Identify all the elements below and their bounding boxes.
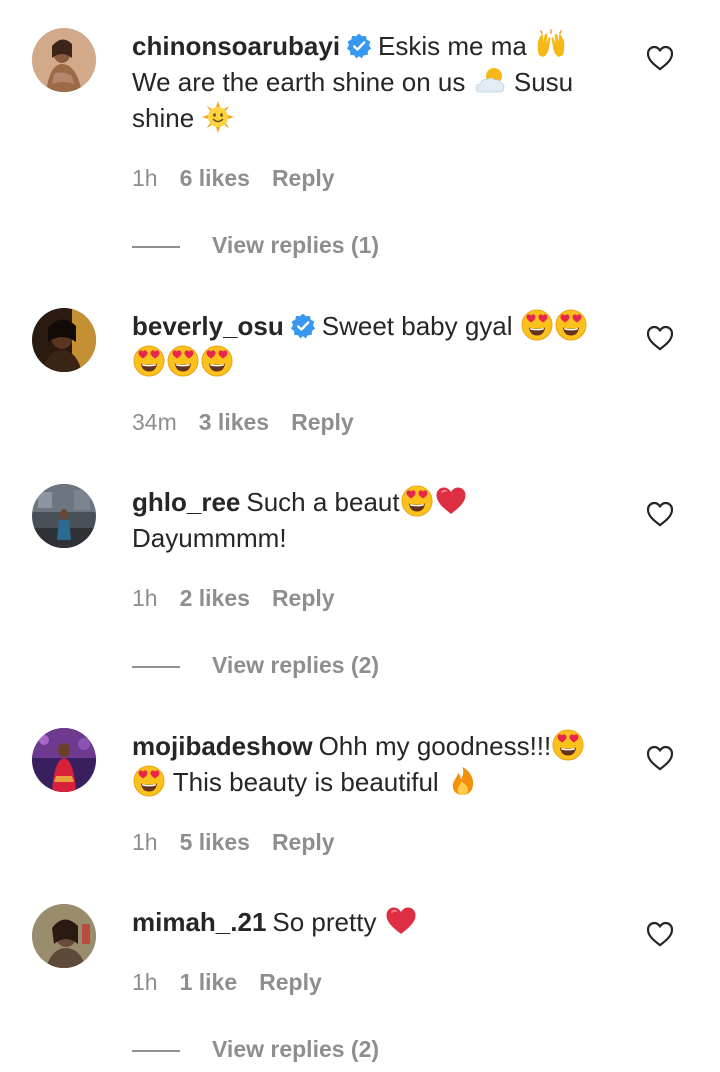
- comment-time: 1h: [132, 165, 158, 191]
- heart-eyes-emoji: [555, 309, 587, 341]
- heart-outline-icon[interactable]: [646, 501, 674, 527]
- view-replies-button[interactable]: View replies (1): [132, 230, 379, 260]
- comment-username[interactable]: mimah_.21: [132, 907, 266, 937]
- reply-button[interactable]: Reply: [272, 165, 335, 191]
- comment-body: mimah_.21 So pretty: [132, 904, 622, 940]
- red-heart-emoji: [435, 485, 467, 517]
- heart-eyes-emoji: [167, 345, 199, 377]
- comment-body: beverly_osu Sweet baby gyal: [132, 308, 622, 380]
- comment-likes[interactable]: 2 likes: [180, 585, 250, 611]
- comment-body: chinonsoarubayi Eskis me ma We are the ea…: [132, 28, 622, 136]
- avatar[interactable]: [32, 728, 96, 792]
- comment-likes[interactable]: 3 likes: [199, 409, 269, 435]
- comment-meta: 1h 1 like Reply: [132, 968, 344, 996]
- view-replies-label: View replies (2): [212, 1036, 380, 1062]
- reply-button[interactable]: Reply: [272, 829, 335, 855]
- avatar[interactable]: [32, 484, 96, 548]
- view-replies-button[interactable]: View replies (2): [132, 650, 379, 680]
- heart-eyes-emoji: [552, 729, 584, 761]
- avatar[interactable]: [32, 308, 96, 372]
- heart-outline-icon[interactable]: [646, 325, 674, 351]
- sun-with-face-emoji: [202, 101, 234, 133]
- comment-time: 1h: [132, 829, 158, 855]
- view-replies-label: View replies (1): [212, 232, 380, 258]
- heart-eyes-emoji: [133, 765, 165, 797]
- reply-button[interactable]: Reply: [291, 409, 354, 435]
- heart-eyes-emoji: [521, 309, 553, 341]
- red-heart-emoji: [385, 905, 417, 937]
- divider-line: [132, 665, 180, 668]
- fire-emoji: [447, 765, 479, 797]
- heart-eyes-emoji: [401, 485, 433, 517]
- comment-text: Dayummmm!: [132, 523, 287, 553]
- comment-time: 34m: [132, 409, 177, 435]
- heart-outline-icon[interactable]: [646, 745, 674, 771]
- comment-likes[interactable]: 1 like: [180, 969, 238, 995]
- heart-eyes-emoji: [201, 345, 233, 377]
- heart-outline-icon[interactable]: [646, 45, 674, 71]
- comment-text: Such a beaut: [246, 487, 400, 517]
- raised-hands-emoji: [535, 29, 567, 61]
- comment-likes[interactable]: 5 likes: [180, 829, 250, 855]
- reply-button[interactable]: Reply: [259, 969, 322, 995]
- comment-time: 1h: [132, 585, 158, 611]
- comment-username[interactable]: ghlo_ree: [132, 487, 240, 517]
- comment-text: Sweet baby gyal: [321, 311, 513, 341]
- verified-badge-icon: [346, 33, 372, 59]
- avatar[interactable]: [32, 28, 96, 92]
- comment-text: Eskis me ma: [378, 31, 527, 61]
- comment-text: Ohh my goodness!!!: [318, 731, 552, 761]
- view-replies-button[interactable]: View replies (2): [132, 1034, 379, 1064]
- comment-body: mojibadeshow Ohh my goodness!!! This beau…: [132, 728, 622, 800]
- comment-time: 1h: [132, 969, 158, 995]
- comment-text: This beauty is beautiful: [172, 767, 439, 797]
- verified-badge-icon: [290, 313, 316, 339]
- heart-outline-icon[interactable]: [646, 921, 674, 947]
- comment-text: So pretty: [272, 907, 377, 937]
- divider-line: [132, 1049, 180, 1052]
- comment-meta: 1h 2 likes Reply: [132, 584, 357, 612]
- comment-meta: 1h 6 likes Reply: [132, 164, 357, 192]
- comment-meta: 1h 5 likes Reply: [132, 828, 357, 856]
- sun-behind-cloud-emoji: [474, 65, 506, 97]
- comment-username[interactable]: mojibadeshow: [132, 731, 313, 761]
- comment-meta: 34m 3 likes Reply: [132, 408, 376, 436]
- heart-eyes-emoji: [133, 345, 165, 377]
- divider-line: [132, 245, 180, 248]
- avatar[interactable]: [32, 904, 96, 968]
- reply-button[interactable]: Reply: [272, 585, 335, 611]
- comment-likes[interactable]: 6 likes: [180, 165, 250, 191]
- view-replies-label: View replies (2): [212, 652, 380, 678]
- comment-body: ghlo_ree Such a beaut Dayummmm!: [132, 484, 622, 556]
- comment-username[interactable]: chinonsoarubayi: [132, 31, 340, 61]
- comment-username[interactable]: beverly_osu: [132, 311, 284, 341]
- comment-text: We are the earth shine on us: [132, 67, 466, 97]
